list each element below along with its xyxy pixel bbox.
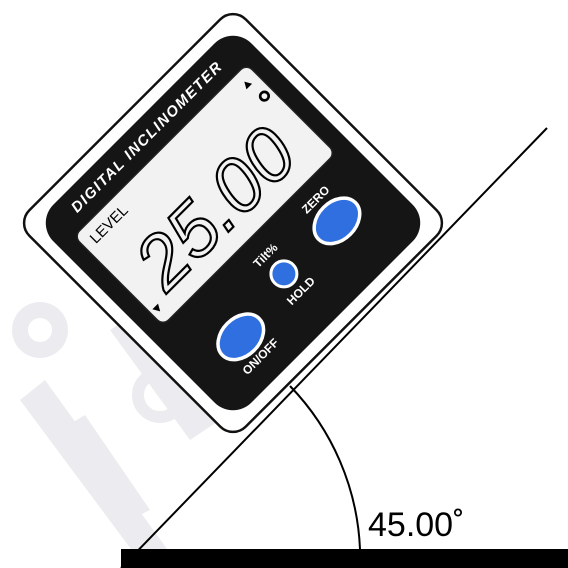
inclinometer-device: DIGITAL INCLINOMETER LEVEL 25.00 ° ZERO … (22, 12, 444, 434)
inclinometer-scene: 45.00˚ DIGITAL INCLINOMETER LEVEL 25.00 … (12, 12, 568, 568)
angle-label: 45.00˚ (368, 506, 464, 544)
base-ground (121, 549, 568, 568)
angle-arc (289, 385, 361, 550)
